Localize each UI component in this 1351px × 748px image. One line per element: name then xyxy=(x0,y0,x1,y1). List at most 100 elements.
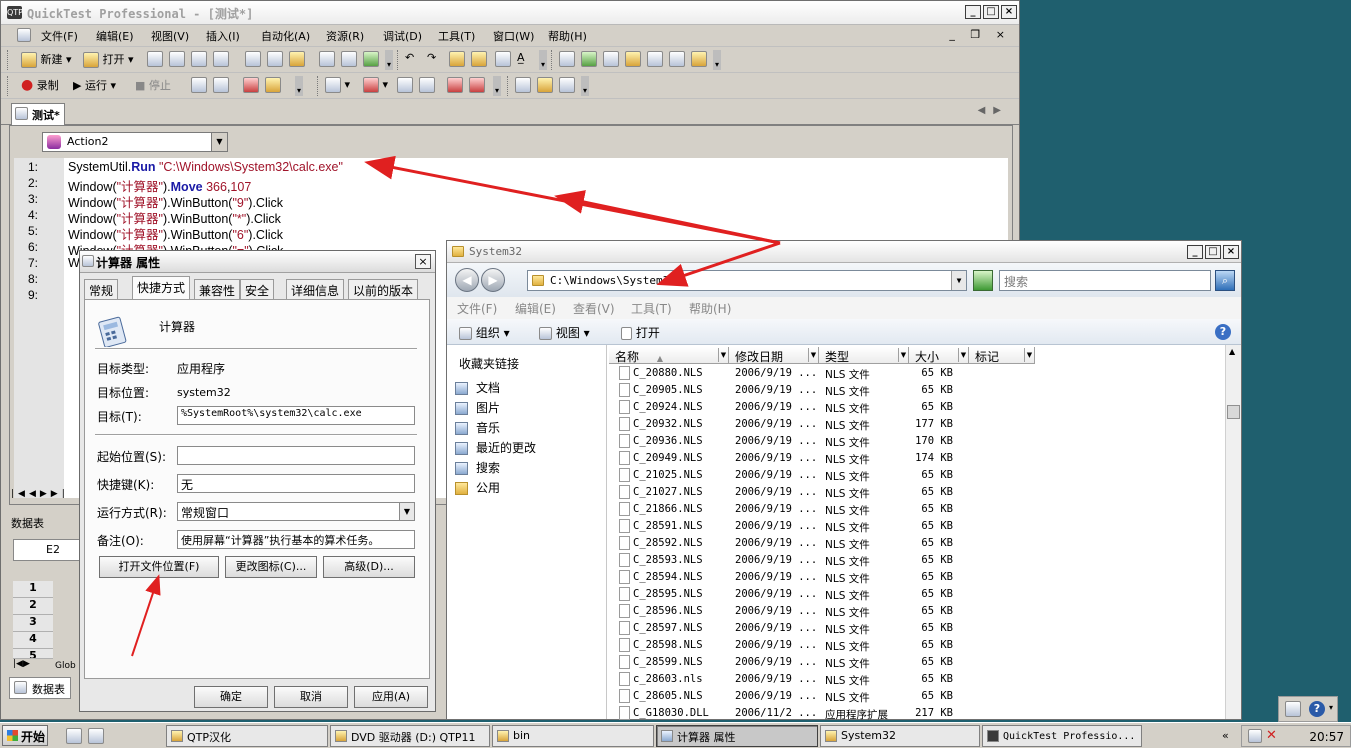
search-input[interactable]: 搜索 xyxy=(999,270,1211,291)
insert-checkpoint-button[interactable]: ▾ xyxy=(363,77,388,93)
database-button[interactable] xyxy=(265,77,281,93)
find-text-button[interactable] xyxy=(449,51,465,67)
insert-step-button[interactable]: ▾ xyxy=(325,77,350,93)
refresh-button[interactable] xyxy=(973,270,993,291)
menu-file[interactable]: 文件(F) xyxy=(41,28,78,44)
scroll-thumb[interactable] xyxy=(1227,405,1240,419)
edit-button[interactable] xyxy=(319,51,335,67)
advanced-button[interactable]: 高级(D)... xyxy=(323,556,415,578)
keyboard-icon[interactable] xyxy=(1285,701,1301,717)
file-row[interactable]: C_20936.NLS 2006/9/19 ... NLS 文件 170 KB xyxy=(609,433,1229,450)
code-line[interactable]: SystemUtil.Run "C:\Windows\System32\calc… xyxy=(68,160,343,174)
open-file-location-button[interactable]: 打开文件位置(F) xyxy=(99,556,219,578)
nav-public[interactable]: 公用 xyxy=(455,479,500,496)
file-row[interactable]: C_28605.NLS 2006/9/19 ... NLS 文件 65 KB xyxy=(609,688,1229,705)
views-button[interactable]: 视图 ▾ xyxy=(539,324,590,341)
file-row[interactable]: C_G18030.DLL 2006/11/2 ... 应用程序扩展 217 KB xyxy=(609,705,1229,722)
comment-field[interactable]: 使用屏幕“计算器”执行基本的算术任务。 xyxy=(177,530,415,549)
change-icon-button[interactable]: 更改图标(C)... xyxy=(225,556,317,578)
open-button[interactable]: 打开 xyxy=(621,324,660,341)
taskbar-item-qtp-hanhua[interactable]: QTP汉化 xyxy=(166,725,328,747)
nav-recent-changes[interactable]: 最近的更改 xyxy=(455,439,536,456)
tab-previous-versions[interactable]: 以前的版本 xyxy=(348,279,419,299)
column-size[interactable]: 大小 ▼ xyxy=(909,347,969,364)
taskbar-item-quicktest[interactable]: QuickTest Professio... xyxy=(982,725,1142,747)
stop-button[interactable]: ■ 停止 xyxy=(135,77,171,93)
vertical-scrollbar[interactable]: ▲ xyxy=(1225,345,1241,719)
hotkey-field[interactable]: 无 xyxy=(177,474,415,493)
file-row[interactable]: C_28594.NLS 2006/9/19 ... NLS 文件 65 KB xyxy=(609,569,1229,586)
taskbar-item-bin[interactable]: bin xyxy=(492,725,654,747)
quick-launch-icon[interactable] xyxy=(88,728,104,744)
chevron-down-icon[interactable]: ▼ xyxy=(951,271,966,290)
menu-edit[interactable]: 编辑(E) xyxy=(96,28,134,44)
tab-shortcut[interactable]: 快捷方式 xyxy=(132,276,191,299)
search-button[interactable]: ⌕ xyxy=(1215,270,1235,291)
step-into-button[interactable] xyxy=(447,77,463,93)
menu-tools[interactable]: 工具(T) xyxy=(438,28,475,44)
menu-tools[interactable]: 工具(T) xyxy=(631,300,672,317)
menu-help[interactable]: 帮助(H) xyxy=(689,300,731,317)
menu-help[interactable]: 帮助(H) xyxy=(548,28,587,44)
show-desktop-icon[interactable] xyxy=(66,728,82,744)
organize-button[interactable]: 组织 ▾ xyxy=(459,324,510,341)
start-in-field[interactable] xyxy=(177,446,415,465)
forward-button[interactable]: ▶ xyxy=(481,268,505,292)
record-button[interactable]: ● 录制 xyxy=(21,77,59,93)
restore-button[interactable]: □ xyxy=(983,5,999,19)
help-icon[interactable]: ? xyxy=(1309,701,1325,717)
taskbar-item-dvd-drive[interactable]: DVD 驱动器 (D:) QTP11 xyxy=(330,725,490,747)
new-button[interactable]: 新建 ▾ xyxy=(21,51,72,68)
qtp-title-bar[interactable]: QTP QuickTest Professional - [测试*] _ □ × xyxy=(1,1,1019,25)
grid-button[interactable] xyxy=(341,51,357,67)
menu-window[interactable]: 窗口(W) xyxy=(493,28,534,44)
file-row[interactable]: C_21025.NLS 2006/9/19 ... NLS 文件 65 KB xyxy=(609,467,1229,484)
column-type[interactable]: 类型 ▼ xyxy=(819,347,909,364)
info-button[interactable] xyxy=(691,51,707,67)
find-replace-button[interactable] xyxy=(471,51,487,67)
tab-details[interactable]: 详细信息 xyxy=(286,279,345,299)
back-button[interactable]: ◀ xyxy=(455,268,479,292)
menu-file[interactable]: 文件(F) xyxy=(457,300,497,317)
minimize-button[interactable]: _ xyxy=(965,5,981,19)
binoculars-button[interactable] xyxy=(495,51,511,67)
target-field[interactable]: %SystemRoot%\system32\calc.exe xyxy=(177,406,415,425)
tab-scroll-arrows[interactable]: ◀▶ xyxy=(978,105,1009,116)
file-row[interactable]: C_20932.NLS 2006/9/19 ... NLS 文件 177 KB xyxy=(609,416,1229,433)
tab-data-table[interactable]: 数据表 xyxy=(9,677,71,699)
active-screen-button[interactable] xyxy=(647,51,663,67)
file-row[interactable]: C_28599.NLS 2006/9/19 ... NLS 文件 65 KB xyxy=(609,654,1229,671)
address-bar[interactable]: C:\Windows\System32 ▼ xyxy=(527,270,967,291)
close-button[interactable]: × xyxy=(415,254,431,269)
step-button[interactable] xyxy=(213,77,229,93)
menu-automation[interactable]: 自动化(A) xyxy=(261,28,310,44)
tray-expand-icon[interactable]: « xyxy=(1222,729,1229,742)
test-settings-button[interactable] xyxy=(515,77,531,93)
file-row[interactable]: C_28591.NLS 2006/9/19 ... NLS 文件 65 KB xyxy=(609,518,1229,535)
chevron-down-icon[interactable]: ▾ xyxy=(1329,703,1333,712)
network-icon[interactable] xyxy=(1248,729,1262,743)
run-select[interactable]: 常规窗口 ▼ xyxy=(177,502,415,521)
row-header[interactable]: 5 xyxy=(13,649,53,659)
save-all-button[interactable] xyxy=(169,51,185,67)
output-value-button[interactable] xyxy=(397,77,413,93)
undo-button[interactable]: ↶ xyxy=(405,51,414,64)
nav-pictures[interactable]: 图片 xyxy=(455,399,500,416)
file-row[interactable]: C_20924.NLS 2006/9/19 ... NLS 文件 65 KB xyxy=(609,399,1229,416)
tab-compatibility[interactable]: 兼容性 xyxy=(194,279,241,299)
taskbar-item-system32[interactable]: System32 xyxy=(820,725,980,747)
file-row[interactable]: C_21027.NLS 2006/9/19 ... NLS 文件 65 KB xyxy=(609,484,1229,501)
apply-button[interactable]: 应用(A) xyxy=(354,686,428,708)
menu-edit[interactable]: 编辑(E) xyxy=(515,300,556,317)
paste-button[interactable] xyxy=(289,51,305,67)
ok-button[interactable]: 确定 xyxy=(194,686,268,708)
menu-view[interactable]: 查看(V) xyxy=(573,300,615,317)
menu-debug[interactable]: 调试(D) xyxy=(383,28,422,44)
menu-insert[interactable]: 插入(I) xyxy=(206,28,240,44)
action-dropdown[interactable]: Action2 ▼ xyxy=(42,132,228,152)
data-table-button[interactable] xyxy=(625,51,641,67)
taskbar-item-calculator-properties[interactable]: 计算器 属性 xyxy=(656,725,818,747)
file-row[interactable]: C_28597.NLS 2006/9/19 ... NLS 文件 65 KB xyxy=(609,620,1229,637)
cut-button[interactable] xyxy=(245,51,261,67)
column-name[interactable]: 名称 ▲ ▼ xyxy=(609,347,729,364)
